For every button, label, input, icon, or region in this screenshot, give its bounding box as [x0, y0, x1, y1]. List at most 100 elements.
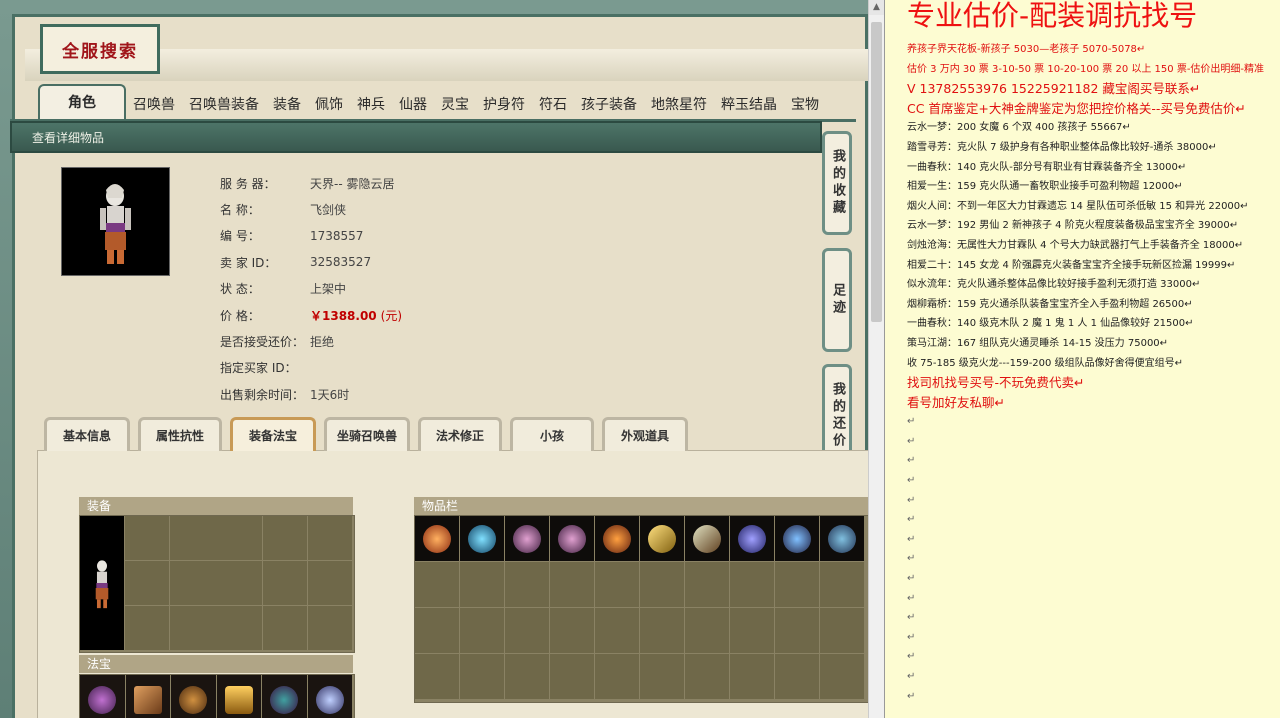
tab-11[interactable]: 地煞星符 — [644, 90, 714, 120]
inventory-slot[interactable] — [595, 562, 639, 607]
equip-slot[interactable] — [263, 561, 307, 605]
inventory-slot[interactable] — [460, 516, 504, 561]
inventory-slot[interactable] — [460, 562, 504, 607]
detail-value: 32583527 — [310, 255, 372, 270]
left-scrollbar[interactable]: ▲ — [868, 0, 884, 718]
inventory-slot[interactable] — [685, 608, 729, 653]
tab-0[interactable]: 角色 — [38, 84, 126, 120]
search-all-logo[interactable]: 全服搜索 — [40, 24, 160, 74]
inventory-slot[interactable] — [640, 654, 684, 699]
price-unit: (元) — [380, 308, 403, 323]
inventory-slot[interactable] — [640, 516, 684, 561]
tab-8[interactable]: 护身符 — [476, 90, 532, 120]
scrollbar-thumb[interactable] — [871, 22, 882, 322]
equip-slot[interactable] — [308, 561, 352, 605]
subtab-0[interactable]: 基本信息 — [44, 417, 130, 451]
inventory-slot[interactable] — [550, 654, 594, 699]
inventory-slot[interactable] — [415, 608, 459, 653]
detail-row: 指定买家 ID： — [220, 355, 402, 381]
inventory-slot[interactable] — [775, 562, 819, 607]
equip-slot[interactable] — [125, 561, 169, 605]
tab-3[interactable]: 装备 — [266, 90, 308, 120]
blank-line-mark: ↵ — [907, 455, 916, 467]
inventory-slot[interactable] — [730, 608, 774, 653]
tab-2[interactable]: 召唤兽装备 — [182, 90, 266, 120]
subtab-6[interactable]: 外观道具 — [602, 417, 688, 451]
equip-slot[interactable] — [170, 606, 262, 650]
inventory-slot[interactable] — [730, 562, 774, 607]
tab-1[interactable]: 召唤兽 — [126, 90, 182, 120]
equip-slot[interactable] — [125, 516, 169, 560]
inventory-slot[interactable] — [820, 608, 864, 653]
inventory-slot[interactable] — [685, 516, 729, 561]
inventory-slot[interactable] — [595, 608, 639, 653]
footprint-tab[interactable]: 足迹 — [822, 248, 852, 352]
fabao-slot[interactable] — [216, 675, 261, 718]
fabao-slot[interactable] — [262, 675, 307, 718]
inventory-slot[interactable] — [460, 654, 504, 699]
inventory-slot[interactable] — [820, 516, 864, 561]
fabao-slot[interactable] — [125, 675, 170, 718]
tab-7[interactable]: 灵宝 — [434, 90, 476, 120]
detail-key: 名 称： — [220, 203, 260, 218]
promo-line: 似水流年：克火队通杀整体品像比较好接手盈利无须打造 33000↵ — [907, 279, 1201, 291]
inventory-slot[interactable] — [460, 608, 504, 653]
inventory-slot[interactable] — [505, 562, 549, 607]
equip-slot[interactable] — [170, 516, 262, 560]
inventory-slot[interactable] — [640, 562, 684, 607]
inventory-slot[interactable] — [685, 562, 729, 607]
fabao-slot[interactable] — [80, 675, 125, 718]
inventory-slot[interactable] — [505, 608, 549, 653]
tab-13[interactable]: 宝物 — [784, 90, 826, 120]
price-value: ￥1388.00 — [310, 308, 377, 323]
equip-slot[interactable] — [308, 516, 352, 560]
inventory-slot[interactable] — [595, 516, 639, 561]
equip-slot[interactable] — [263, 606, 307, 650]
promo-line: 估价 3 万内 30 票 3-10-50 票 10-20-100 票 20 以上… — [907, 63, 1265, 75]
inventory-slot[interactable] — [415, 516, 459, 561]
subtab-1[interactable]: 属性抗性 — [138, 417, 222, 451]
tab-4[interactable]: 佩饰 — [308, 90, 350, 120]
tab-10[interactable]: 孩子装备 — [574, 90, 644, 120]
blank-line-mark: ↵ — [907, 514, 916, 526]
inventory-slot[interactable] — [595, 654, 639, 699]
tab-5[interactable]: 神兵 — [350, 90, 392, 120]
subtab-4[interactable]: 法术修正 — [418, 417, 502, 451]
equip-slot[interactable] — [308, 606, 352, 650]
inventory-slot[interactable] — [730, 516, 774, 561]
equip-slot[interactable] — [170, 561, 262, 605]
inventory-slot[interactable] — [415, 654, 459, 699]
equip-slot[interactable] — [263, 516, 307, 560]
tab-6[interactable]: 仙器 — [392, 90, 434, 120]
inventory-slot[interactable] — [505, 516, 549, 561]
favorites-tab[interactable]: 我的收藏 — [822, 131, 852, 235]
inventory-slot[interactable] — [820, 654, 864, 699]
inventory-slot[interactable] — [640, 608, 684, 653]
fabao-slot[interactable] — [307, 675, 352, 718]
subtab-5[interactable]: 小孩 — [510, 417, 594, 451]
tab-12[interactable]: 粹玉结晶 — [714, 90, 784, 120]
equip-character-preview — [80, 516, 124, 650]
inventory-slot[interactable] — [550, 608, 594, 653]
inventory-slot[interactable] — [775, 654, 819, 699]
inventory-slot[interactable] — [505, 654, 549, 699]
subtab-2[interactable]: 装备法宝 — [230, 417, 316, 451]
inventory-slot[interactable] — [775, 608, 819, 653]
inventory-slot[interactable] — [685, 654, 729, 699]
inventory-slot[interactable] — [550, 516, 594, 561]
inventory-slot[interactable] — [730, 654, 774, 699]
detail-row: 名 称： 飞剑侠 — [220, 196, 402, 222]
inventory-slot[interactable] — [775, 516, 819, 561]
inventory-slot[interactable] — [550, 562, 594, 607]
section-bar: 查看详细物品 — [10, 121, 822, 153]
blank-line-mark: ↵ — [907, 475, 916, 487]
inventory-slot[interactable] — [820, 562, 864, 607]
side-tab-label: 我的收藏 — [830, 149, 845, 217]
fabao-slot[interactable] — [171, 675, 216, 718]
tab-9[interactable]: 符石 — [532, 90, 574, 120]
scroll-up-icon[interactable]: ▲ — [869, 0, 884, 15]
inventory-slot[interactable] — [415, 562, 459, 607]
subtab-3[interactable]: 坐骑召唤兽 — [324, 417, 410, 451]
equip-slot[interactable] — [125, 606, 169, 650]
blank-line-mark: ↵ — [907, 494, 916, 506]
